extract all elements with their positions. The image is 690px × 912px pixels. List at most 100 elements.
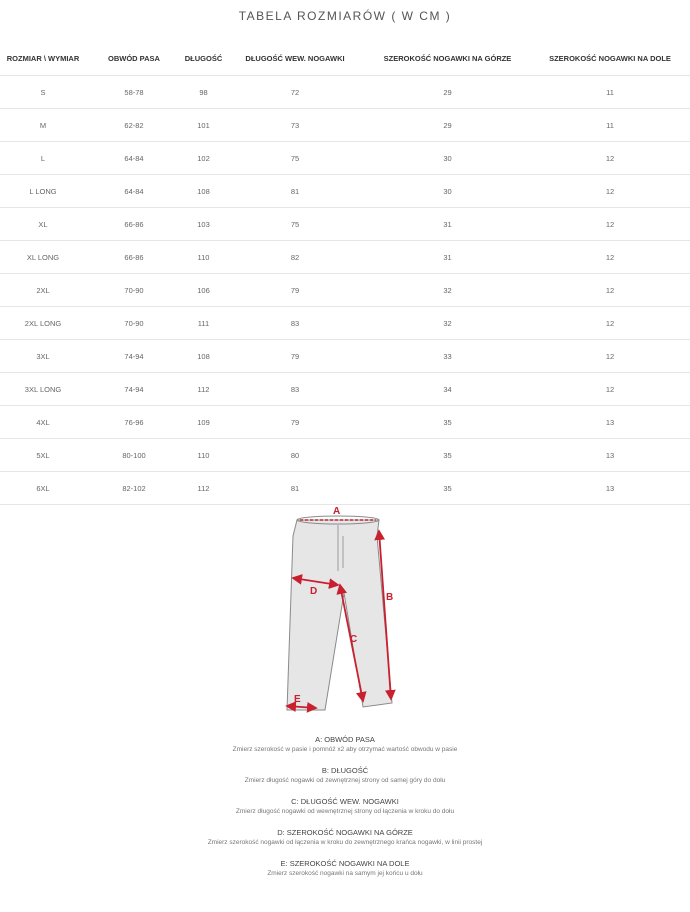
table-cell: M bbox=[0, 108, 86, 142]
label-a: A bbox=[333, 506, 340, 517]
table-cell: 66-86 bbox=[86, 240, 182, 274]
table-row: S 58-78 98 72 29 11 bbox=[0, 75, 690, 109]
table-cell: 12 bbox=[530, 306, 690, 340]
table-cell: 32 bbox=[365, 306, 530, 340]
table-cell: 12 bbox=[530, 141, 690, 175]
table-row: 6XL 82-102 112 81 35 13 bbox=[0, 471, 690, 505]
table-cell: 108 bbox=[182, 174, 225, 208]
table-row: 2XL LONG 70-90 111 83 32 12 bbox=[0, 306, 690, 340]
label-d: D bbox=[310, 586, 317, 597]
table-cell: 29 bbox=[365, 108, 530, 142]
pants-shape bbox=[286, 519, 393, 711]
table-cell: 12 bbox=[530, 273, 690, 307]
size-table: ROZMIAR \ WYMIAR OBWÓD PASA DŁUGOŚĆ DŁUG… bbox=[0, 42, 690, 505]
table-cell: 102 bbox=[182, 141, 225, 175]
table-cell: 109 bbox=[182, 405, 225, 439]
table-row: 4XL 76-96 109 79 35 13 bbox=[0, 405, 690, 439]
table-cell: 11 bbox=[530, 75, 690, 109]
table-cell: 79 bbox=[225, 273, 365, 307]
table-row: XL 66-86 103 75 31 12 bbox=[0, 207, 690, 241]
table-cell: 6XL bbox=[0, 471, 86, 505]
table-cell: 3XL LONG bbox=[0, 372, 86, 406]
table-cell: 110 bbox=[182, 240, 225, 274]
legend-description: Zmierz długość nogawki od wewnętrznej st… bbox=[235, 808, 455, 815]
header-inseam: DŁUGOŚĆ WEW. NOGAWKI bbox=[225, 42, 365, 76]
table-row: L LONG 64-84 108 81 30 12 bbox=[0, 174, 690, 208]
table-cell: 4XL bbox=[0, 405, 86, 439]
header-bottom-width: SZEROKOŚĆ NOGAWKI NA DOLE bbox=[530, 42, 690, 76]
table-cell: 62-82 bbox=[86, 108, 182, 142]
table-cell: 35 bbox=[365, 438, 530, 472]
table-cell: 11 bbox=[530, 108, 690, 142]
table-cell: 66-86 bbox=[86, 207, 182, 241]
table-cell: 64-84 bbox=[86, 141, 182, 175]
table-cell: XL LONG bbox=[0, 240, 86, 274]
header-length: DŁUGOŚĆ bbox=[182, 42, 225, 76]
header-size: ROZMIAR \ WYMIAR bbox=[0, 42, 86, 76]
pants-illustration: A B C D E bbox=[285, 506, 396, 713]
legend-description: Zmierz szerokość w pasie i pomnóż x2 aby… bbox=[232, 746, 458, 753]
legend-item-c: C: DŁUGOŚĆ WEW. NOGAWKI Zmierz długość n… bbox=[0, 796, 690, 817]
table-row: 3XL 74-94 108 79 33 12 bbox=[0, 339, 690, 373]
legend-description: Zmierz szerokość nogawki na samym jej ko… bbox=[267, 870, 423, 877]
legend-heading: A: OBWÓD PASA bbox=[315, 735, 375, 744]
table-cell: 64-84 bbox=[86, 174, 182, 208]
table-cell: 31 bbox=[365, 207, 530, 241]
table-cell: 103 bbox=[182, 207, 225, 241]
table-cell: 33 bbox=[365, 339, 530, 373]
legend-description: Zmierz szerokość nogawki od łączenia w k… bbox=[207, 839, 483, 846]
legend-heading: D: SZEROKOŚĆ NOGAWKI NA GÓRZE bbox=[277, 828, 413, 837]
table-cell: 74-94 bbox=[86, 339, 182, 373]
table-row: 3XL LONG 74-94 112 83 34 12 bbox=[0, 372, 690, 406]
table-row: L 64-84 102 75 30 12 bbox=[0, 141, 690, 175]
pants-diagram: A B C D E bbox=[270, 503, 420, 723]
table-cell: 110 bbox=[182, 438, 225, 472]
label-e: E bbox=[294, 694, 301, 705]
table-cell: XL bbox=[0, 207, 86, 241]
table-cell: 80-100 bbox=[86, 438, 182, 472]
table-cell: 35 bbox=[365, 471, 530, 505]
table-cell: 2XL LONG bbox=[0, 306, 86, 340]
table-cell: 3XL bbox=[0, 339, 86, 373]
table-cell: 75 bbox=[225, 141, 365, 175]
table-cell: 74-94 bbox=[86, 372, 182, 406]
table-row: 2XL 70-90 106 79 32 12 bbox=[0, 273, 690, 307]
legend-heading: E: SZEROKOŚĆ NOGAWKI NA DOLE bbox=[280, 859, 410, 868]
table-cell: 81 bbox=[225, 471, 365, 505]
table-cell: 12 bbox=[530, 339, 690, 373]
table-cell: 75 bbox=[225, 207, 365, 241]
table-cell: 12 bbox=[530, 240, 690, 274]
table-cell: 13 bbox=[530, 438, 690, 472]
table-cell: 29 bbox=[365, 75, 530, 109]
measurement-legend: A: OBWÓD PASA Zmierz szerokość w pasie i… bbox=[0, 734, 690, 889]
legend-heading: C: DŁUGOŚĆ WEW. NOGAWKI bbox=[291, 797, 399, 806]
table-cell: 101 bbox=[182, 108, 225, 142]
legend-heading: B: DŁUGOŚĆ bbox=[321, 766, 369, 775]
table-cell: 83 bbox=[225, 372, 365, 406]
table-cell: 112 bbox=[182, 471, 225, 505]
table-cell: 70-90 bbox=[86, 273, 182, 307]
page-title: TABELA ROZMIARÓW ( W CM ) bbox=[238, 9, 452, 23]
table-cell: 34 bbox=[365, 372, 530, 406]
table-cell: 13 bbox=[530, 471, 690, 505]
table-cell: L LONG bbox=[0, 174, 86, 208]
legend-description: Zmierz długość nogawki od zewnętrznej st… bbox=[244, 777, 446, 784]
table-cell: 13 bbox=[530, 405, 690, 439]
label-b: B bbox=[386, 592, 393, 603]
header-top-width: SZEROKOŚĆ NOGAWKI NA GÓRZE bbox=[365, 42, 530, 76]
table-cell: 35 bbox=[365, 405, 530, 439]
table-cell: 98 bbox=[182, 75, 225, 109]
table-cell: 2XL bbox=[0, 273, 86, 307]
table-row: 5XL 80-100 110 80 35 13 bbox=[0, 438, 690, 472]
table-cell: 31 bbox=[365, 240, 530, 274]
table-cell: 12 bbox=[530, 372, 690, 406]
table-cell: 30 bbox=[365, 174, 530, 208]
table-cell: 80 bbox=[225, 438, 365, 472]
table-cell: 76-96 bbox=[86, 405, 182, 439]
table-cell: 30 bbox=[365, 141, 530, 175]
table-cell: L bbox=[0, 141, 86, 175]
table-cell: 82 bbox=[225, 240, 365, 274]
table-cell: 111 bbox=[182, 306, 225, 340]
legend-item-a: A: OBWÓD PASA Zmierz szerokość w pasie i… bbox=[0, 734, 690, 755]
table-cell: 81 bbox=[225, 174, 365, 208]
